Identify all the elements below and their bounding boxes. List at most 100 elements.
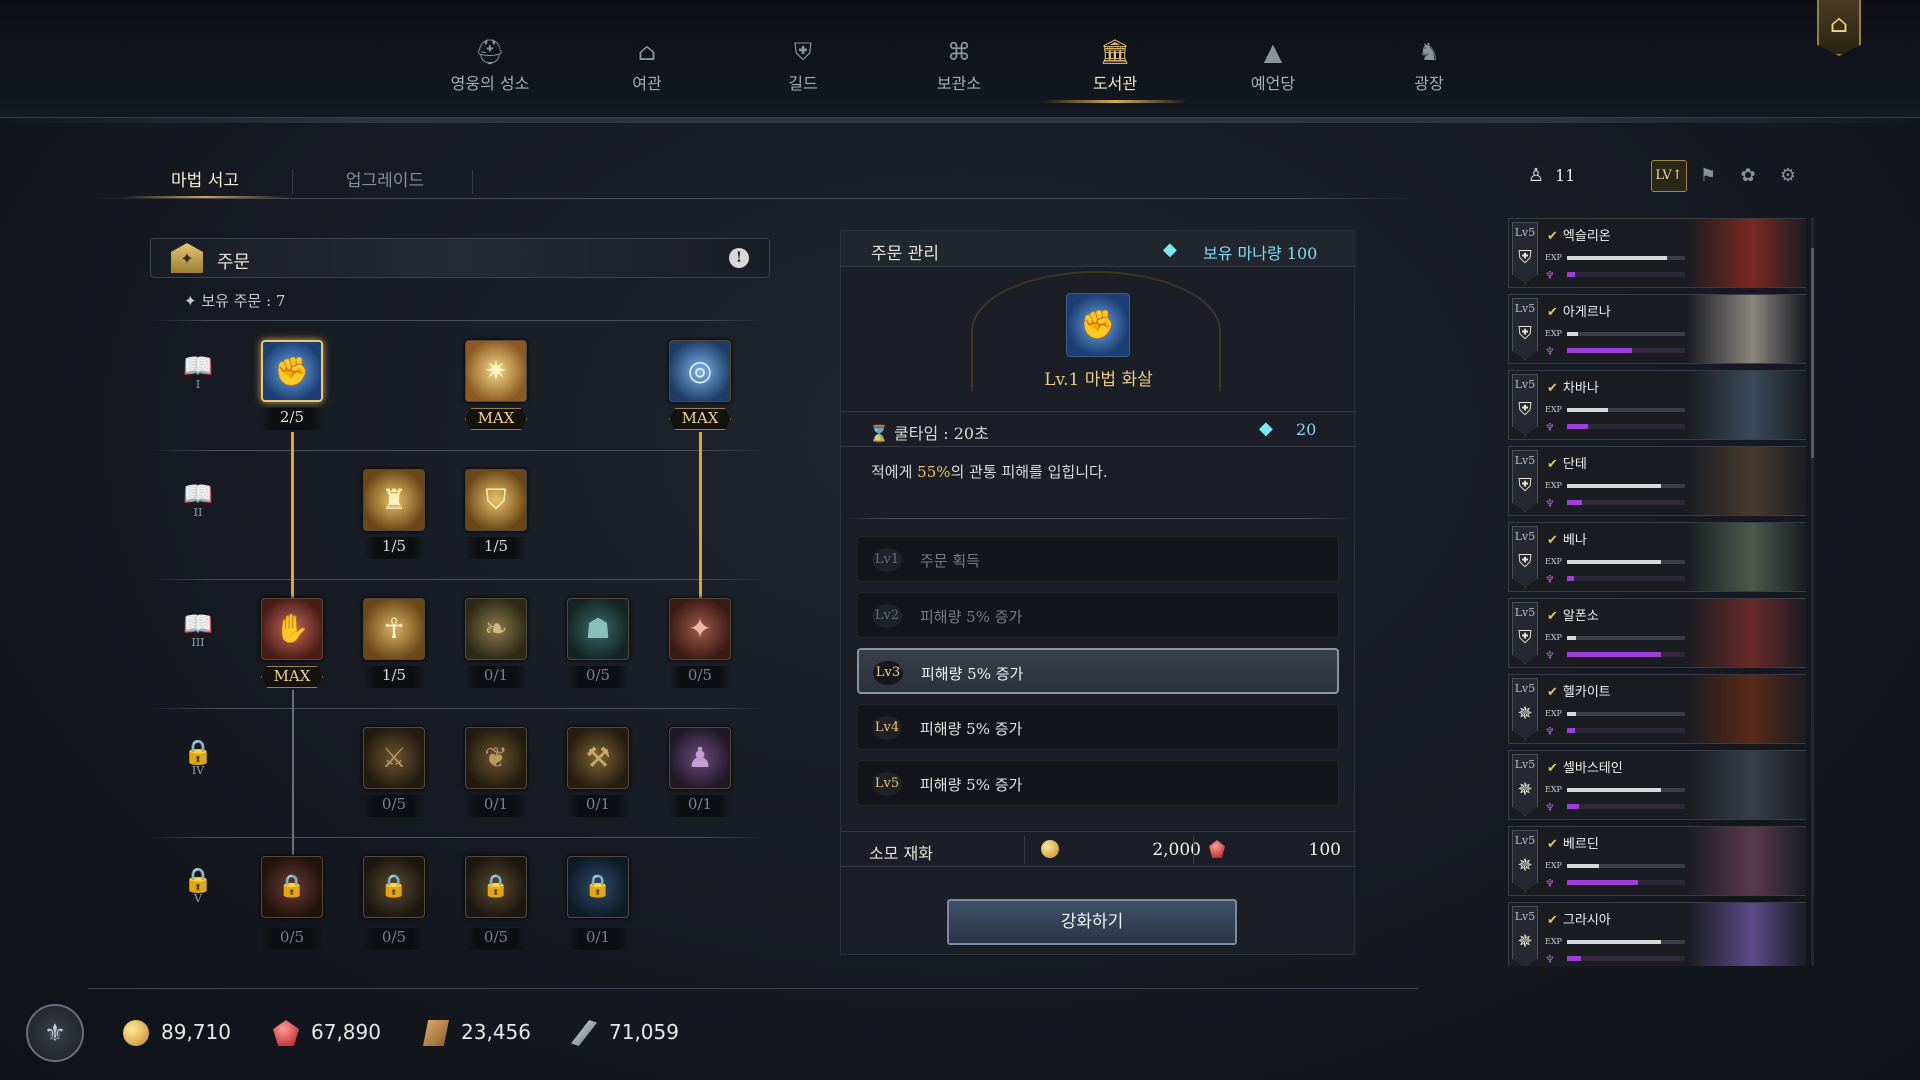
info-icon[interactable]: ! <box>729 248 749 268</box>
hero-card[interactable]: Lv5 ⛨ ✔ 베나 EXP ♆ <box>1508 522 1806 592</box>
hero-portrait <box>1687 903 1806 966</box>
spell-slot[interactable]: ❦ <box>465 727 527 789</box>
hero-name-row: ✔ 차바나 <box>1547 377 1599 396</box>
hero-card[interactable]: Lv5 ✵ ✔ 헬카이트 EXP ♆ <box>1508 674 1806 744</box>
sort-class-icon[interactable]: ⚑ <box>1691 160 1725 192</box>
hero-name: 헬카이트 <box>1562 685 1611 700</box>
divider <box>150 708 765 709</box>
nav-vault[interactable]: ⌘ 보관소 <box>894 38 1024 94</box>
mana-bar <box>1567 500 1685 505</box>
hero-portrait <box>1687 295 1806 363</box>
spell-level-count: 2/5 <box>261 408 323 430</box>
tab-spellbook[interactable]: 마법 서고 <box>120 166 290 198</box>
spell-level-count: MAX <box>465 408 527 430</box>
divider <box>150 450 765 451</box>
nav-heroes-sanctuary[interactable]: ⛑ 영웅의 성소 <box>425 38 555 94</box>
hero-role-icon: ✔ <box>1547 457 1558 472</box>
skill-connector <box>699 432 702 598</box>
ruby-cost: 100 <box>1308 840 1341 860</box>
sort-by-level-button[interactable]: LV↑ <box>1651 160 1687 192</box>
hero-count: 11 <box>1555 166 1576 185</box>
hero-card[interactable]: Lv5 ⛨ ✔ 아게르나 EXP ♆ <box>1508 294 1806 364</box>
spell-slot-locked[interactable]: 🔒 <box>261 856 323 918</box>
spell-level-count: 0/5 <box>363 795 425 817</box>
spell-slot[interactable]: ✦ <box>669 598 731 660</box>
cooldown-value: 쿨타임 : 20초 <box>894 424 989 443</box>
nav-label: 도서관 <box>1092 74 1138 93</box>
spell-slot[interactable]: ♜ <box>363 469 425 531</box>
spell-slot[interactable]: ✋ <box>261 598 323 660</box>
level-badge: Lv5 <box>872 772 902 796</box>
selected-spell-name: Lv.1 마법 화살 <box>1044 370 1153 390</box>
exp-label: EXP <box>1545 481 1562 490</box>
hero-level: Lv5 <box>1514 834 1536 847</box>
hero-card[interactable]: Lv5 ⛨ ✔ 차바나 EXP ♆ <box>1508 370 1806 440</box>
spell-slot[interactable]: ⛉ <box>465 469 527 531</box>
spell-slot[interactable]: ◎ <box>669 340 731 402</box>
spell-slot-locked[interactable]: 🔒 <box>465 856 527 918</box>
hero-portrait <box>1687 219 1806 287</box>
tab-upgrade[interactable]: 업그레이드 <box>320 166 450 191</box>
spell-level-count: 0/1 <box>465 795 527 817</box>
hero-class-icon: ⛨ <box>1518 627 1532 648</box>
spell-slot[interactable]: ✷ <box>465 340 527 402</box>
mana-gem-icon: ◆ <box>1163 239 1177 260</box>
home-button[interactable]: ⌂ <box>1817 0 1861 56</box>
exp-bar <box>1567 636 1685 640</box>
nav-library[interactable]: 🏛 도서관 <box>1042 38 1188 103</box>
lock-icon: 🔒 <box>482 874 510 899</box>
lock-icon: 🔒 <box>183 738 213 766</box>
spell-slot[interactable]: ❧ <box>465 598 527 660</box>
spell-slot[interactable]: ☥ <box>363 598 425 660</box>
divider <box>150 320 765 321</box>
mana-bar-fill <box>1567 956 1582 961</box>
nav-plaza[interactable]: ♞ 광장 <box>1364 38 1494 94</box>
sort-pet-icon[interactable]: ✿ <box>1731 160 1765 192</box>
nav-label: 여관 <box>632 74 662 93</box>
spell-slot[interactable]: ⚔ <box>363 727 425 789</box>
hero-portrait <box>1687 523 1806 591</box>
tier-1-book: 📖 I <box>178 352 218 391</box>
hero-class-icon: ⛨ <box>1518 475 1532 496</box>
exp-label: EXP <box>1545 633 1562 642</box>
guild-emblem-button[interactable]: ⚜ <box>26 1004 84 1062</box>
mana-bar <box>1567 728 1685 733</box>
spell-slot-locked[interactable]: 🔒 <box>363 856 425 918</box>
spell-slot[interactable]: ✊ <box>261 340 323 402</box>
spell-slot[interactable]: ⚒ <box>567 727 629 789</box>
hero-class-icon: ⛨ <box>1518 551 1532 572</box>
level-row-4: Lv4 피해량 5% 증가 <box>857 704 1339 750</box>
ruby-icon <box>1209 840 1225 858</box>
home-icon: ⌂ <box>1829 10 1849 38</box>
hero-class-icon: ✵ <box>1517 855 1533 876</box>
hero-portrait <box>1687 599 1806 667</box>
level-effect: 피해량 5% 증가 <box>920 720 1023 738</box>
cost-row: 소모 재화 2,000 100 <box>841 831 1356 867</box>
cooldown-text: ⌛ 쿨타임 : 20초 <box>869 420 989 444</box>
gold-coin-icon <box>1041 840 1059 858</box>
exp-label: EXP <box>1545 405 1562 414</box>
level-row-5: Lv5 피해량 5% 증가 <box>857 760 1339 806</box>
mana-bar-fill <box>1567 424 1589 429</box>
settings-icon[interactable]: ⚙ <box>1771 160 1805 192</box>
hero-list-scrollbar[interactable] <box>1811 218 1814 966</box>
upgrade-button[interactable]: 강화하기 <box>947 899 1237 945</box>
mana-icon: ♆ <box>1545 801 1555 814</box>
spell-slot[interactable]: ♟ <box>669 727 731 789</box>
hero-card[interactable]: Lv5 ✵ ✔ 그라시아 EXP ♆ <box>1508 902 1806 966</box>
spell-slot[interactable]: ☗ <box>567 598 629 660</box>
hero-card[interactable]: Lv5 ⛨ ✔ 알폰소 EXP ♆ <box>1508 598 1806 668</box>
spell-slot-locked[interactable]: 🔒 <box>567 856 629 918</box>
nav-guild[interactable]: ⛨ 길드 <box>738 38 868 94</box>
hero-card[interactable]: Lv5 ⛨ ✔ 엑슬리온 EXP ♆ <box>1508 218 1806 288</box>
hero-card[interactable]: Lv5 ✵ ✔ 베르딘 EXP ♆ <box>1508 826 1806 896</box>
divider <box>150 579 765 580</box>
hero-card[interactable]: Lv5 ✵ ✔ 셀바스테인 EXP ♆ <box>1508 750 1806 820</box>
hero-card[interactable]: Lv5 ⛨ ✔ 단테 EXP ♆ <box>1508 446 1806 516</box>
nav-tavern[interactable]: ⌂ 여관 <box>582 38 712 94</box>
leaf-icon: ❦ <box>484 741 508 774</box>
spell-level-count: 1/5 <box>363 537 425 559</box>
hero-portrait <box>1687 371 1806 439</box>
nav-prophecy-hall[interactable]: ▲ 예언당 <box>1208 38 1338 94</box>
strike-icon: ✦ <box>688 612 712 645</box>
